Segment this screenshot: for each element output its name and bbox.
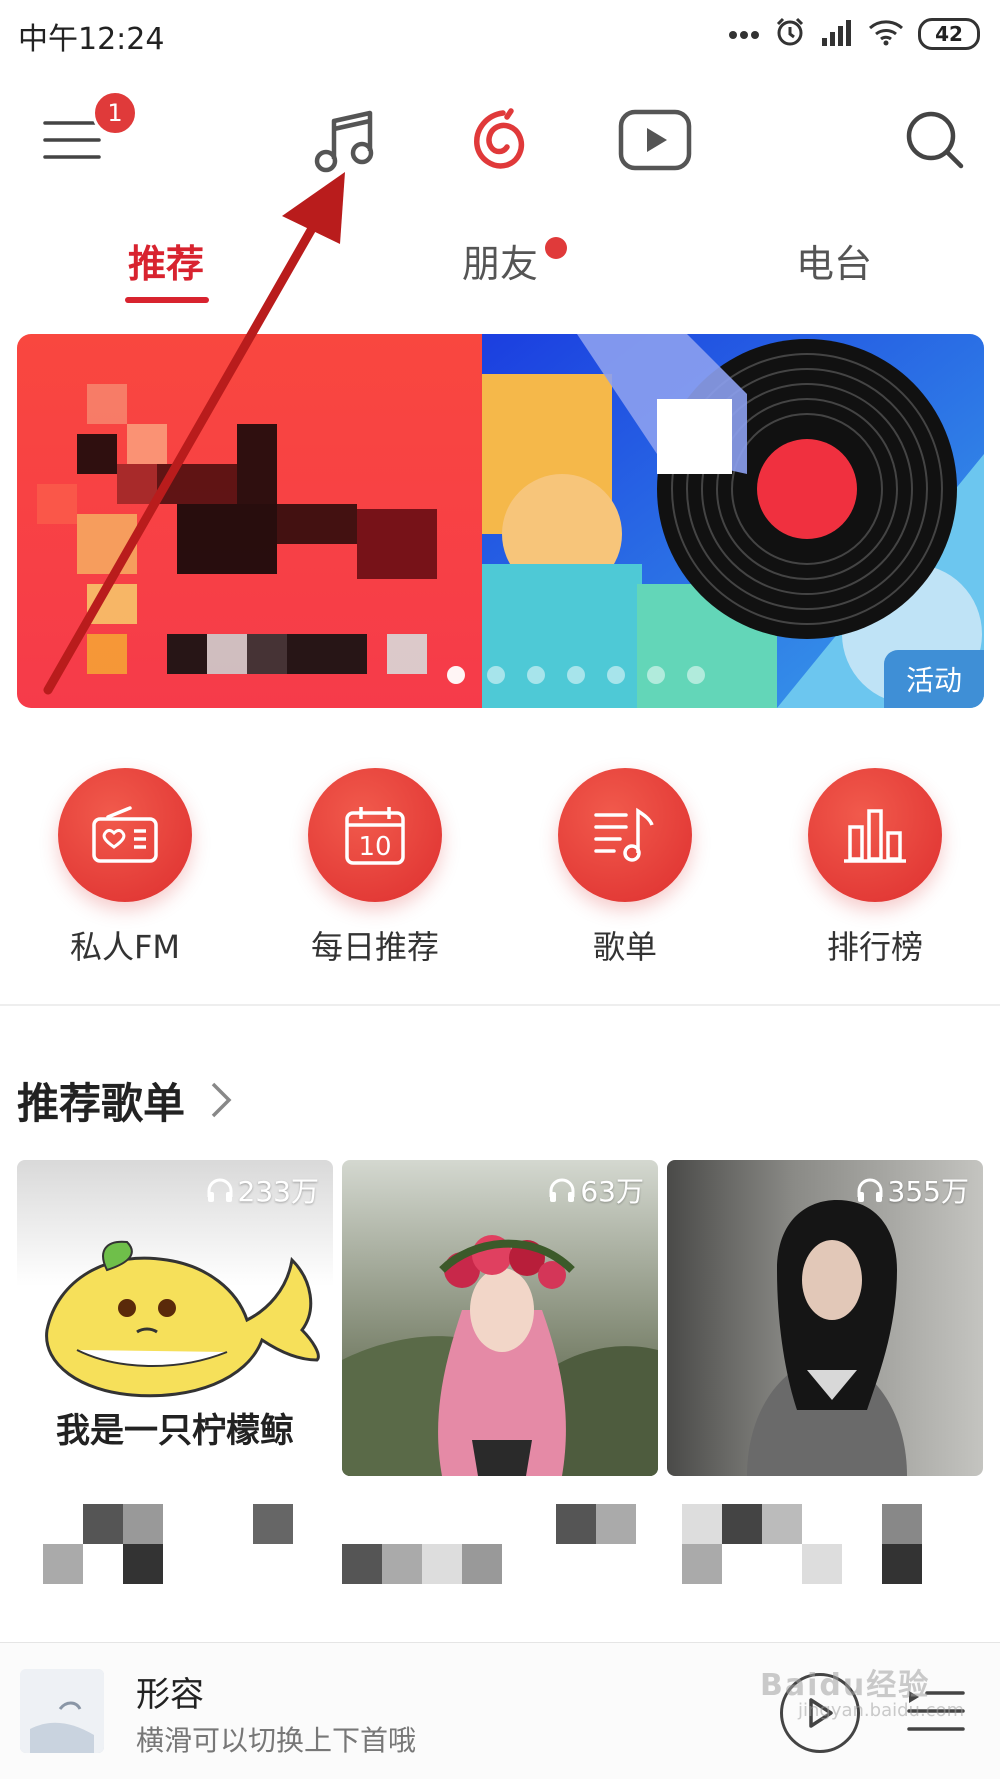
banner-artwork — [17, 334, 984, 708]
friends-notification-dot — [545, 237, 567, 259]
now-playing-hint: 横滑可以切换上下首哦 — [136, 1724, 417, 1757]
carousel-dot — [447, 666, 465, 684]
headphones-icon — [549, 1178, 575, 1202]
quick-entries: 私人FM 10 每日推荐 歌单 排行榜 — [0, 760, 1000, 966]
entry-circle: 10 — [308, 768, 442, 902]
play-count: 63万 — [548, 1170, 644, 1210]
video-play-icon — [618, 109, 692, 171]
playlist-card[interactable]: 355万 — [667, 1160, 983, 1584]
entry-label: 排行榜 — [826, 928, 923, 966]
chart-icon — [844, 809, 906, 863]
play-count-value: 233万 — [237, 1175, 319, 1208]
discover-button[interactable] — [460, 100, 540, 180]
netease-logo-icon — [474, 108, 525, 169]
music-note-icon — [314, 110, 374, 173]
tab-recommend[interactable]: 推荐 — [128, 233, 204, 288]
menu-badge: 1 — [92, 90, 138, 136]
playlist-cover: 355万 — [667, 1160, 983, 1476]
headphones-icon — [857, 1178, 883, 1202]
entry-label: 每日推荐 — [310, 928, 439, 966]
carousel-dot — [607, 666, 625, 684]
entry-circle — [558, 768, 692, 902]
status-icons: 42 — [728, 16, 980, 52]
now-playing-cover — [20, 1669, 104, 1753]
search-button[interactable] — [895, 100, 975, 180]
alarm-icon — [774, 16, 806, 52]
watermark-url: jingyan.baidu.com — [798, 1700, 965, 1721]
banner-tag: 活动 — [884, 650, 984, 708]
play-count: 355万 — [856, 1170, 969, 1210]
carousel-dot — [687, 666, 705, 684]
playlist-title-redacted — [667, 1494, 983, 1584]
carousel-dot — [567, 666, 585, 684]
playlist-title-redacted — [17, 1494, 333, 1584]
carousel-dot — [527, 666, 545, 684]
entry-charts[interactable]: 排行榜 — [765, 760, 985, 968]
entry-label: 歌单 — [592, 928, 657, 966]
carousel-dot — [647, 666, 665, 684]
section-more-button[interactable] — [208, 1080, 234, 1124]
menu-icon — [43, 121, 101, 159]
playlist-card[interactable]: 63万 — [342, 1160, 658, 1584]
banner-carousel[interactable]: 活动 — [17, 334, 984, 708]
wifi-icon — [868, 18, 904, 50]
playlist-cover: 63万 — [342, 1160, 658, 1476]
video-button[interactable] — [615, 100, 695, 180]
top-nav: 1 — [0, 80, 1000, 200]
search-icon — [906, 111, 964, 169]
playlist-card[interactable]: 233万 我是一只柠檬鲸 — [17, 1160, 333, 1584]
play-count: 233万 — [206, 1170, 319, 1210]
entry-circle — [58, 768, 192, 902]
chevron-right-icon — [211, 1082, 232, 1118]
play-count-value: 355万 — [887, 1175, 969, 1208]
playlist-icon — [594, 807, 654, 862]
section-divider — [0, 1004, 1000, 1006]
entry-private-fm[interactable]: 私人FM — [15, 760, 235, 968]
entry-circle — [808, 768, 942, 902]
active-tab-indicator — [125, 297, 209, 303]
radio-icon — [92, 806, 158, 863]
play-count-value: 63万 — [580, 1175, 644, 1208]
album-art — [20, 1669, 104, 1753]
entry-daily-recommend[interactable]: 10 每日推荐 — [265, 760, 485, 968]
main-tabs: 推荐 朋友 电台 — [0, 225, 1000, 305]
calendar-icon: 10 — [345, 807, 405, 865]
playlist-title-redacted — [342, 1494, 658, 1584]
carousel-dot — [487, 666, 505, 684]
status-bar: 中午12:24 42 — [0, 0, 1000, 70]
now-playing-title: 形容 — [136, 1675, 204, 1715]
my-music-button[interactable] — [305, 100, 385, 180]
entry-playlist[interactable]: 歌单 — [515, 760, 735, 968]
entry-label: 私人FM — [69, 928, 181, 966]
carousel-dots — [447, 666, 705, 684]
signal-icon — [820, 18, 854, 50]
section-title[interactable]: 推荐歌单 — [17, 1070, 185, 1131]
watermark: Baidu经验 — [760, 1668, 931, 1703]
battery-indicator: 42 — [918, 18, 980, 50]
calendar-day: 10 — [358, 832, 391, 862]
status-time: 中午12:24 — [18, 22, 165, 57]
headphones-icon — [207, 1178, 233, 1202]
cover-caption: 我是一只柠檬鲸 — [56, 1411, 294, 1451]
more-dots-icon — [728, 25, 760, 44]
tab-radio[interactable]: 电台 — [796, 233, 872, 288]
playlist-cover: 233万 我是一只柠檬鲸 — [17, 1160, 333, 1476]
tab-friends[interactable]: 朋友 — [462, 233, 538, 288]
